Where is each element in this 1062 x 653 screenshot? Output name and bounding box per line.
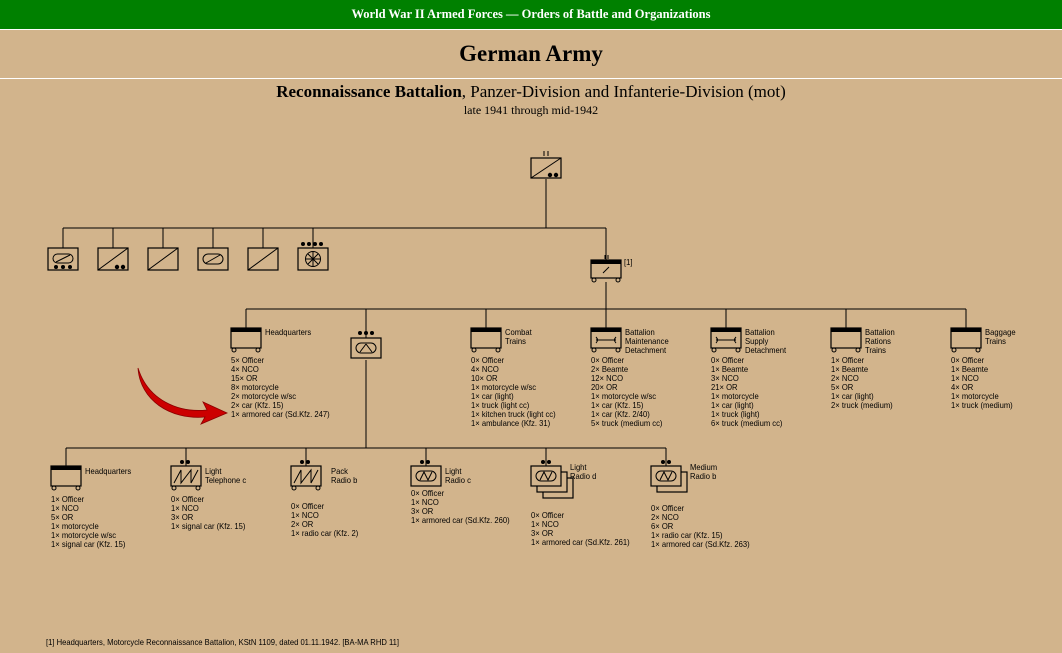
footnote-ref: [1]: [624, 257, 633, 267]
unit-label: Combat Trains: [505, 327, 532, 346]
unit-label: Battalion Rations Trains: [865, 327, 895, 355]
unit-label: Light Telephone c: [205, 466, 247, 485]
maintenance-symbol: [590, 327, 622, 353]
strength-list: 0× Officer 2× Beamte 12× NCO 20× OR 1× motor…: [591, 356, 662, 428]
strength-line: 6× truck (medium cc): [711, 418, 783, 428]
strength-list: 1× Officer 1× Beamte 2× NCO 5× OR 1× car (li…: [831, 356, 893, 410]
strength-list: 1× Officer 1× NCO 5× OR 1× motorcycle 1× mot…: [51, 495, 125, 549]
motorcycle-company-symbol: [47, 242, 79, 271]
strength-list: 0× Officer 1× NCO 3× OR 1× armored car (Sd.…: [411, 489, 510, 525]
unit-label: Battalion Supply Detachment: [745, 327, 787, 355]
company-symbol: [247, 242, 279, 271]
unit-label: Pack Radio b: [331, 466, 358, 485]
strength-line: 5× truck (medium cc): [591, 418, 663, 428]
strength-list: 0× Officer 1× NCO 3× OR 1× armored car (Sd.…: [531, 511, 630, 547]
strength-list: 0× Officer 1× Beamte 1× NCO 4× OR 1× motorcy…: [951, 356, 1013, 410]
strength-line: 1× armored car (Sd.Kfz. 261): [531, 537, 630, 547]
strength-line: 1× radio car (Kfz. 2): [291, 528, 359, 538]
unit-label: Baggage Trains: [985, 327, 1016, 346]
baggage-trains-symbol: [950, 327, 982, 353]
strength-list: 0× Officer 1× Beamte 3× NCO 21× OR 1× motorc…: [711, 356, 782, 428]
unit-label: Battalion Maintenance Detachment: [625, 327, 669, 355]
hq-symbol: [230, 327, 262, 353]
company-symbol: [97, 242, 129, 271]
strength-list: 0× Officer 1× NCO 2× OR 1× radio car (Kfz. …: [291, 502, 358, 538]
combat-trains-symbol: [470, 327, 502, 353]
supply-symbol: [710, 327, 742, 353]
strength-line: 1× armored car (Sd.Kfz. 247): [231, 409, 330, 419]
strength-line: 1× armored car (Sd.Kfz. 263): [651, 539, 750, 549]
battalion-symbol: [530, 151, 562, 179]
unit-label: Light Radio c: [445, 466, 471, 485]
unit-label: Headquarters: [265, 327, 312, 337]
light-radio-d-symbol: [530, 460, 574, 499]
rations-trains-symbol: [830, 327, 862, 353]
strength-line: 1× armored car (Sd.Kfz. 260): [411, 515, 510, 525]
unit-label: Headquarters: [85, 466, 132, 476]
footnote: [1] Headquarters, Motorcycle Reconnaissa…: [46, 637, 400, 647]
strength-list: 0× Officer 2× NCO 6× OR 1× radio car (Kfz. …: [651, 504, 750, 549]
strength-line: 2× truck (medium): [831, 400, 893, 410]
strength-line: 1× signal car (Kfz. 15): [171, 521, 246, 531]
signal-hq-symbol: [50, 465, 82, 491]
strength-line: 1× truck (medium): [951, 400, 1013, 410]
unit-label: Light Radio d: [570, 462, 597, 481]
strength-list: 0× Officer 1× NCO 3× OR 1× signal car (Kfz.…: [171, 495, 245, 531]
strength-list: 5× Officer 4× NCO 15× OR 8× motorcycle 2× mo…: [231, 356, 330, 419]
unit-label: Medium Radio b: [690, 462, 718, 481]
pointer-arrow: [137, 367, 228, 425]
strength-line: 1× signal car (Kfz. 15): [51, 539, 126, 549]
medium-radio-b-symbol: [650, 460, 688, 493]
strength-list: 0× Officer 4× NCO 10× OR 1× motorcycle w/sc…: [471, 356, 556, 428]
strength-line: 1× ambulance (Kfz. 31): [471, 418, 551, 428]
armored-car-company-symbol: [197, 242, 229, 271]
company-symbol: [147, 242, 179, 271]
